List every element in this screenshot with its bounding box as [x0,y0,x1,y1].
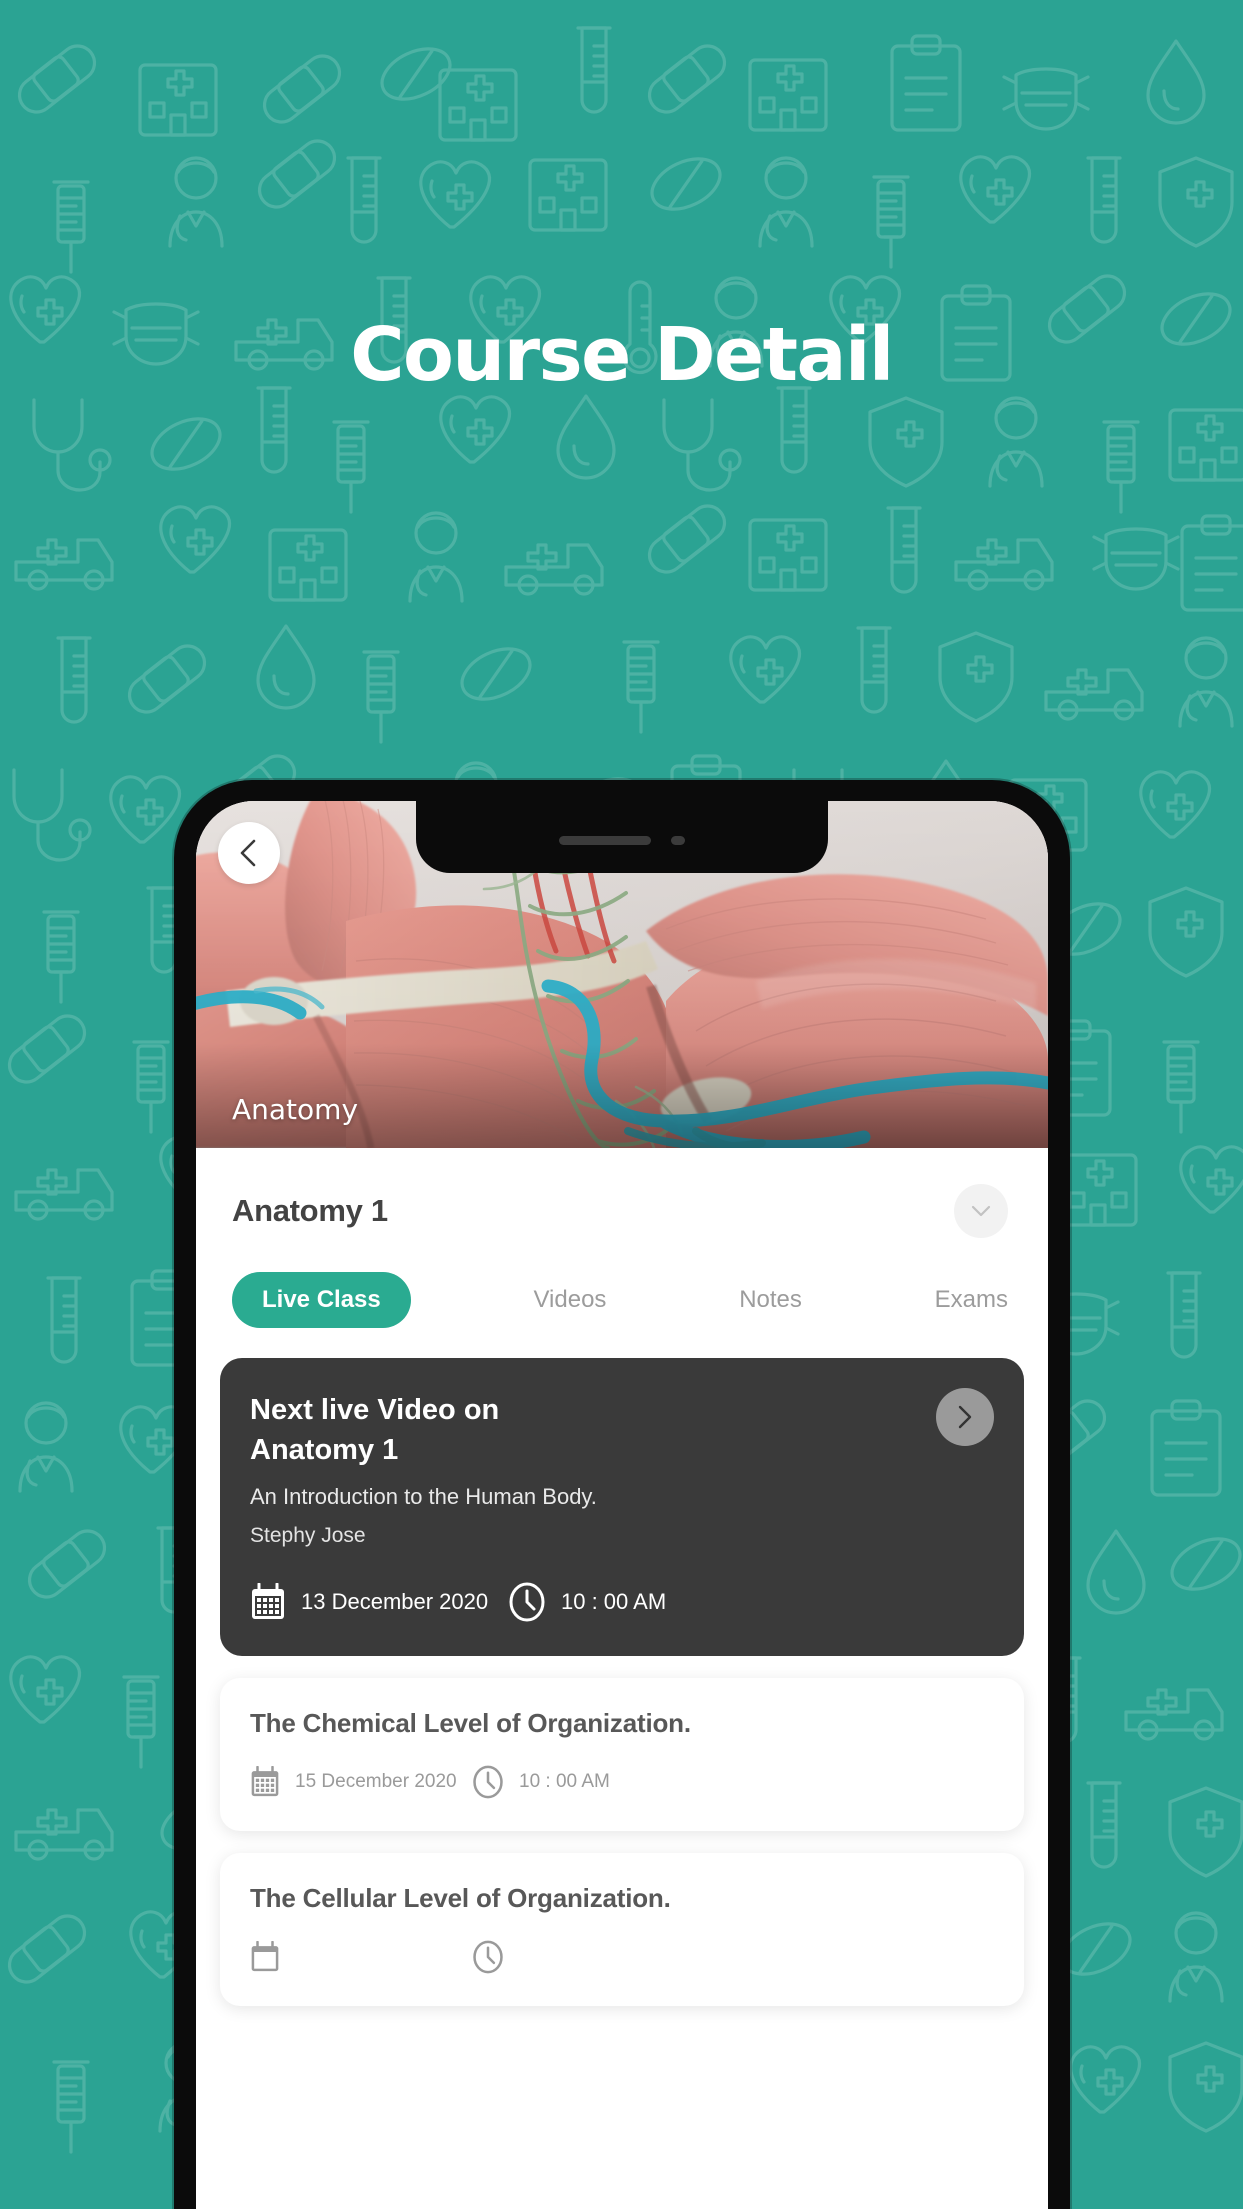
clock-icon [473,1765,503,1799]
page-root: Course Detail Anatomy Anatomy 1 Live Cla… [0,0,1243,2209]
front-camera-icon [671,835,685,845]
lesson-title: The Cellular Level of Organization. [250,1883,671,1914]
tab-exams[interactable]: Exams [925,1272,1018,1328]
next-live-date: 13 December 2020 [250,1583,508,1621]
course-title: Anatomy 1 [232,1193,388,1228]
next-live-subtitle: An Introduction to the Human Body. [250,1484,597,1510]
back-button[interactable] [218,822,280,884]
phone-mockup: Anatomy Anatomy 1 Live Class Videos Note… [174,780,1070,2209]
chevron-right-icon [958,1405,972,1429]
course-title-row: Anatomy 1 [196,1148,1048,1238]
phone-screen: Anatomy Anatomy 1 Live Class Videos Note… [196,801,1048,2209]
lesson-date: 15 December 2020 [250,1766,472,1798]
lesson-date [250,1941,472,1973]
chevron-left-icon [240,839,256,867]
next-live-heading-line2: Anatomy 1 [250,1434,399,1467]
lesson-meta: 15 December 2020 10 : 00 AM [250,1765,994,1799]
hero-label: Anatomy [232,1093,359,1126]
lesson-meta [250,1940,994,1974]
page-title: Course Detail [350,312,894,398]
clock-icon [509,1582,545,1622]
calendar-icon [252,1583,284,1620]
speaker-bar-icon [559,835,651,845]
next-live-heading: Next live Video on Anatomy 1 [250,1390,790,1470]
lesson-title: The Chemical Level of Organization. [250,1708,691,1739]
next-live-time: 10 : 00 AM [508,1582,666,1622]
next-live-heading-line1: Next live Video on [250,1394,500,1426]
lesson-date-text: 15 December 2020 [295,1771,457,1793]
tab-bar: Live Class Videos Notes Exams [196,1238,1048,1328]
tab-live-class[interactable]: Live Class [232,1272,411,1328]
chevron-down-icon [971,1205,991,1217]
calendar-icon [251,1941,279,1972]
lesson-time: 10 : 00 AM [472,1765,610,1799]
lesson-time [472,1940,519,1974]
clock-icon [473,1940,503,1974]
next-live-author: Stephy Jose [250,1524,366,1548]
calendar-icon [251,1766,279,1797]
tab-videos[interactable]: Videos [523,1272,616,1328]
course-expand-button[interactable] [954,1184,1008,1238]
next-live-date-text: 13 December 2020 [301,1589,489,1615]
next-live-time-text: 10 : 00 AM [561,1589,667,1615]
lesson-card[interactable]: The Chemical Level of Organization. 15 D… [220,1678,1024,1832]
phone-notch [416,801,828,873]
next-live-card[interactable]: Next live Video on Anatomy 1 An Introduc… [220,1358,1024,1657]
tab-notes[interactable]: Notes [729,1272,812,1328]
next-live-open-button[interactable] [936,1388,994,1446]
lesson-time-text: 10 : 00 AM [519,1771,610,1793]
lesson-card[interactable]: The Cellular Level of Organization. [220,1853,1024,2007]
next-live-meta: 13 December 2020 10 : 00 AM [250,1582,994,1622]
screen-content: Anatomy 1 Live Class Videos Notes Exams [196,1148,1048,2209]
